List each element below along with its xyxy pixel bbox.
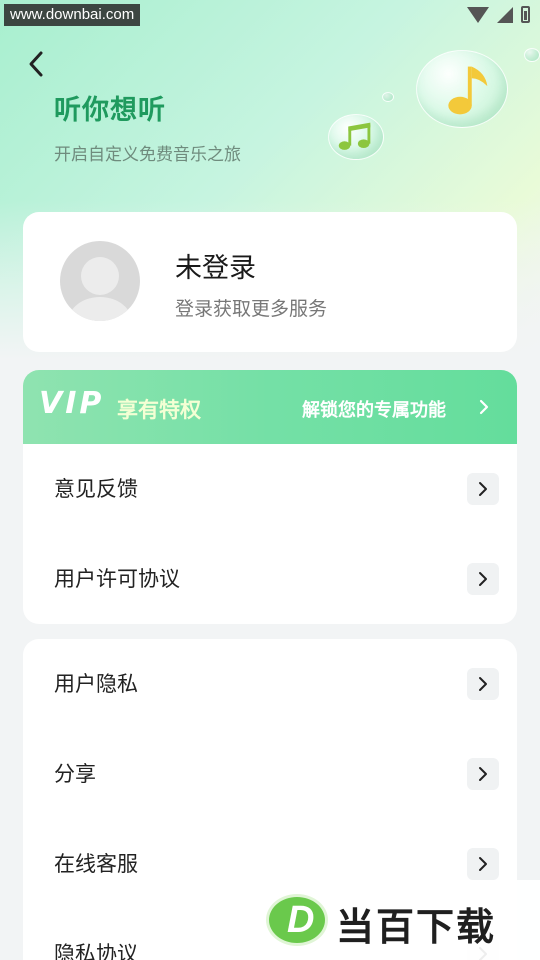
decorative-bubble — [524, 48, 540, 62]
login-hint: 登录获取更多服务 — [175, 298, 328, 320]
battery-icon — [521, 6, 530, 23]
decorative-bubble — [382, 92, 394, 102]
menu-item-label: 用户隐私 — [54, 672, 138, 696]
vip-unlock-link[interactable]: 解锁您的专属功能 — [302, 396, 446, 422]
menu-item-label: 在线客服 — [54, 852, 138, 876]
chevron-right-icon — [479, 399, 489, 415]
menu-item-label: 意见反馈 — [54, 477, 138, 501]
watermark-d-icon: D — [266, 894, 328, 946]
chevron-right-icon — [467, 473, 499, 505]
music-note-icon — [416, 50, 508, 128]
chevron-left-icon — [29, 51, 43, 77]
menu-card-primary: VIP 享有特权 解锁您的专属功能 意见反馈 用户许可协议 — [23, 370, 517, 624]
status-icons — [467, 6, 530, 23]
default-avatar-icon[interactable] — [60, 241, 140, 321]
watermark-brand: 当百下载 — [336, 905, 497, 949]
menu-item-user-license[interactable]: 用户许可协议 — [23, 534, 517, 624]
menu-item-label: 隐私协议 — [54, 942, 138, 960]
chevron-right-icon — [467, 563, 499, 595]
chevron-right-icon — [467, 668, 499, 700]
signal-icon — [497, 6, 513, 23]
page-subtitle: 开启自定义免费音乐之旅 — [54, 145, 241, 165]
chevron-right-icon — [467, 758, 499, 790]
login-status[interactable]: 未登录 — [175, 246, 256, 285]
menu-item-feedback[interactable]: 意见反馈 — [23, 444, 517, 534]
menu-item-label: 用户许可协议 — [54, 567, 180, 591]
back-button[interactable] — [20, 48, 52, 80]
corner-watermark-logo: D 当百下载 — [260, 880, 540, 960]
vip-logo: VIP — [39, 386, 105, 421]
vip-privilege-label: 享有特权 — [117, 398, 201, 422]
music-notes-icon — [328, 114, 384, 160]
page-title: 听你想听 — [54, 95, 166, 126]
menu-item-user-privacy[interactable]: 用户隐私 — [23, 639, 517, 729]
watermark-mark: D — [287, 899, 315, 941]
menu-item-share[interactable]: 分享 — [23, 729, 517, 819]
status-bar: www.downbai.com — [0, 0, 540, 32]
profile-card[interactable]: 未登录 登录获取更多服务 — [23, 212, 517, 352]
chevron-right-icon — [467, 848, 499, 880]
vip-banner[interactable]: VIP 享有特权 解锁您的专属功能 — [23, 370, 517, 444]
wifi-icon — [467, 6, 489, 23]
menu-item-label: 分享 — [54, 762, 96, 786]
watermark-url: www.downbai.com — [4, 4, 141, 26]
